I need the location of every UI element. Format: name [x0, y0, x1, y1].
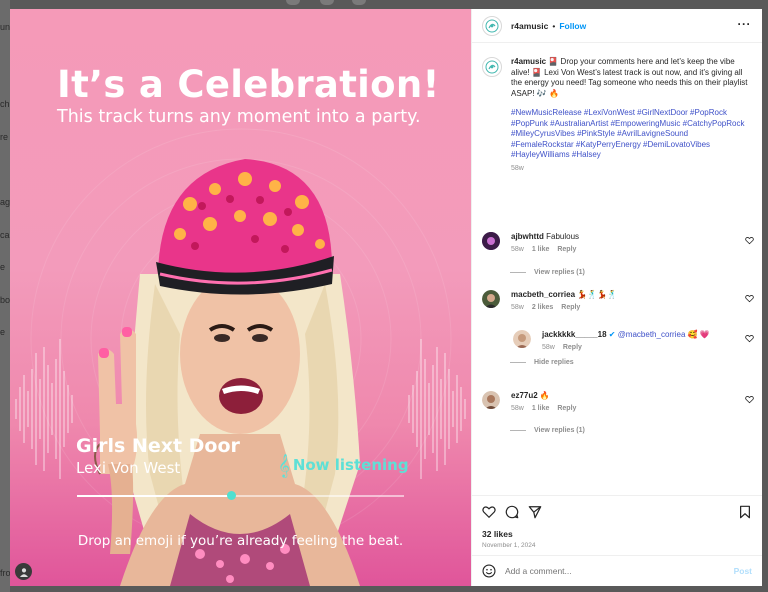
background-text: un — [0, 22, 11, 32]
follow-button[interactable]: Follow — [559, 21, 586, 31]
comment-text: 💃🕺💃🕺 — [577, 290, 618, 299]
like-comment-heart-icon[interactable] — [745, 236, 754, 245]
post-header: r4amusic • Follow ··· — [472, 9, 762, 43]
comment-username[interactable]: ajbwhttd — [511, 232, 544, 241]
background-text: re — [0, 132, 9, 142]
add-comment-bar: Post — [472, 555, 762, 586]
add-comment-input[interactable] — [505, 566, 734, 576]
hide-replies-button[interactable]: Hide replies — [510, 359, 574, 366]
caption-avatar[interactable] — [482, 57, 502, 77]
hide-replies-label[interactable]: Hide replies — [534, 359, 574, 366]
view-replies-button[interactable]: View replies (1) — [510, 427, 585, 434]
background-text: e — [0, 262, 6, 272]
now-listening-label: 𝄞 Now listening — [278, 453, 409, 477]
reply-text: 🥰 💗 — [687, 330, 710, 339]
now-listening-text: Now listening — [292, 456, 409, 474]
like-comment-heart-icon[interactable] — [745, 395, 754, 404]
media-subheadline: This track turns any moment into a party… — [57, 107, 421, 127]
like-comment-heart-icon[interactable] — [745, 334, 754, 343]
r4a-logo-icon — [485, 19, 499, 32]
comment-text: Fabulous — [546, 232, 580, 241]
reply-button[interactable]: Reply — [557, 405, 576, 412]
comment-time: 58w — [511, 304, 524, 311]
r4a-logo-icon — [485, 60, 499, 74]
reply-button[interactable]: Reply — [561, 304, 580, 311]
comment-item: ez77u2 🔥 58w 1 like Reply — [482, 391, 754, 412]
comment-likes[interactable]: 2 likes — [532, 304, 553, 311]
caption-hashtags[interactable]: #NewMusicRelease #LexiVonWest #GirlNextD… — [511, 108, 752, 161]
media-headline: It’s a Celebration! — [57, 63, 440, 106]
comment-likes[interactable]: 1 like — [532, 246, 550, 253]
reply-time: 58w — [542, 344, 555, 351]
like-comment-heart-icon[interactable] — [745, 294, 754, 303]
comment-item: macbeth_corriea 💃🕺💃🕺 58w 2 likes Reply — [482, 290, 754, 311]
reply-button[interactable]: Reply — [563, 344, 582, 351]
comment-avatar[interactable] — [482, 290, 500, 308]
header-separator: • — [552, 20, 556, 31]
comment-username[interactable]: ez77u2 — [511, 391, 538, 400]
music-note-icon: 𝄞 — [278, 453, 290, 477]
account-avatar[interactable] — [482, 15, 502, 36]
comment-bubble-icon[interactable] — [505, 505, 519, 519]
track-artist: Lexi Von West — [76, 459, 181, 477]
reply-button[interactable]: Reply — [557, 246, 576, 253]
caption-text: r4amusic 🎴 Drop your comments here and l… — [511, 57, 752, 99]
replies-divider-line — [510, 362, 526, 363]
likes-count[interactable]: 32 likes — [482, 529, 513, 539]
background-text: bo — [0, 295, 11, 305]
post-side-panel: r4amusic • Follow ··· r4amusic 🎴 Drop yo… — [471, 9, 762, 586]
save-bookmark-icon[interactable] — [738, 505, 752, 519]
background-text: e — [0, 327, 6, 337]
background-story-edge — [286, 0, 300, 5]
header-username[interactable]: r4amusic — [511, 21, 548, 31]
comment-time: 58w — [511, 405, 524, 412]
artist-photo — [94, 159, 360, 586]
track-progress-knob[interactable] — [226, 491, 236, 500]
comment-time: 58w — [511, 246, 524, 253]
background-text: ch — [0, 99, 10, 109]
caption-timestamp: 58w — [511, 164, 524, 172]
background-text: fro — [0, 568, 11, 578]
emoji-picker-icon[interactable] — [482, 564, 496, 578]
reply-mention[interactable]: @macbeth_corriea — [618, 330, 686, 339]
verified-badge-icon: ✔ — [608, 330, 616, 339]
background-profile-icon[interactable] — [15, 563, 32, 580]
comment-avatar[interactable] — [482, 391, 500, 409]
background-text: ca — [0, 230, 10, 240]
media-call-to-action: Drop an emoji if you’re already feeling … — [77, 533, 404, 549]
track-title: Girls Next Door — [76, 435, 240, 457]
like-heart-icon[interactable] — [482, 505, 496, 519]
background-story-edge — [352, 0, 366, 5]
track-progress-fill — [77, 495, 231, 497]
view-replies-button[interactable]: View replies (1) — [510, 269, 585, 276]
share-paper-plane-icon[interactable] — [528, 505, 542, 519]
background-story-edge — [320, 0, 334, 5]
view-replies-label[interactable]: View replies (1) — [534, 269, 585, 276]
post-comment-button[interactable]: Post — [734, 566, 752, 576]
comment-item: ajbwhttd Fabulous 58w 1 like Reply — [482, 232, 754, 253]
comments-section[interactable]: r4amusic 🎴 Drop your comments here and l… — [472, 43, 762, 495]
post-modal: It’s a Celebration! This track turns any… — [10, 9, 762, 586]
comment-avatar[interactable] — [482, 232, 500, 250]
comment-likes[interactable]: 1 like — [532, 405, 550, 412]
caption-username[interactable]: r4amusic — [511, 57, 546, 66]
reply-avatar[interactable] — [513, 330, 531, 348]
view-replies-label[interactable]: View replies (1) — [534, 427, 585, 434]
track-progress-bar[interactable] — [77, 491, 404, 500]
reply-item: jackkkkk_____18 ✔ @macbeth_corriea 🥰 💗 5… — [513, 330, 754, 351]
more-options-icon[interactable]: ··· — [738, 18, 752, 30]
post-media[interactable]: It’s a Celebration! This track turns any… — [10, 9, 471, 586]
post-actions-bar: 32 likes November 1, 2024 — [472, 495, 762, 555]
reply-username[interactable]: jackkkkk_____18 — [542, 330, 607, 339]
comment-username[interactable]: macbeth_corriea — [511, 290, 575, 299]
post-caption: r4amusic 🎴 Drop your comments here and l… — [482, 57, 752, 172]
comment-text: 🔥 — [539, 391, 550, 400]
caption-body-text: 🎴 Drop your comments here and let’s keep… — [511, 57, 748, 98]
post-date: November 1, 2024 — [482, 542, 536, 549]
background-text: ag — [0, 197, 11, 207]
replies-divider-line — [510, 272, 526, 273]
replies-divider-line — [510, 430, 526, 431]
